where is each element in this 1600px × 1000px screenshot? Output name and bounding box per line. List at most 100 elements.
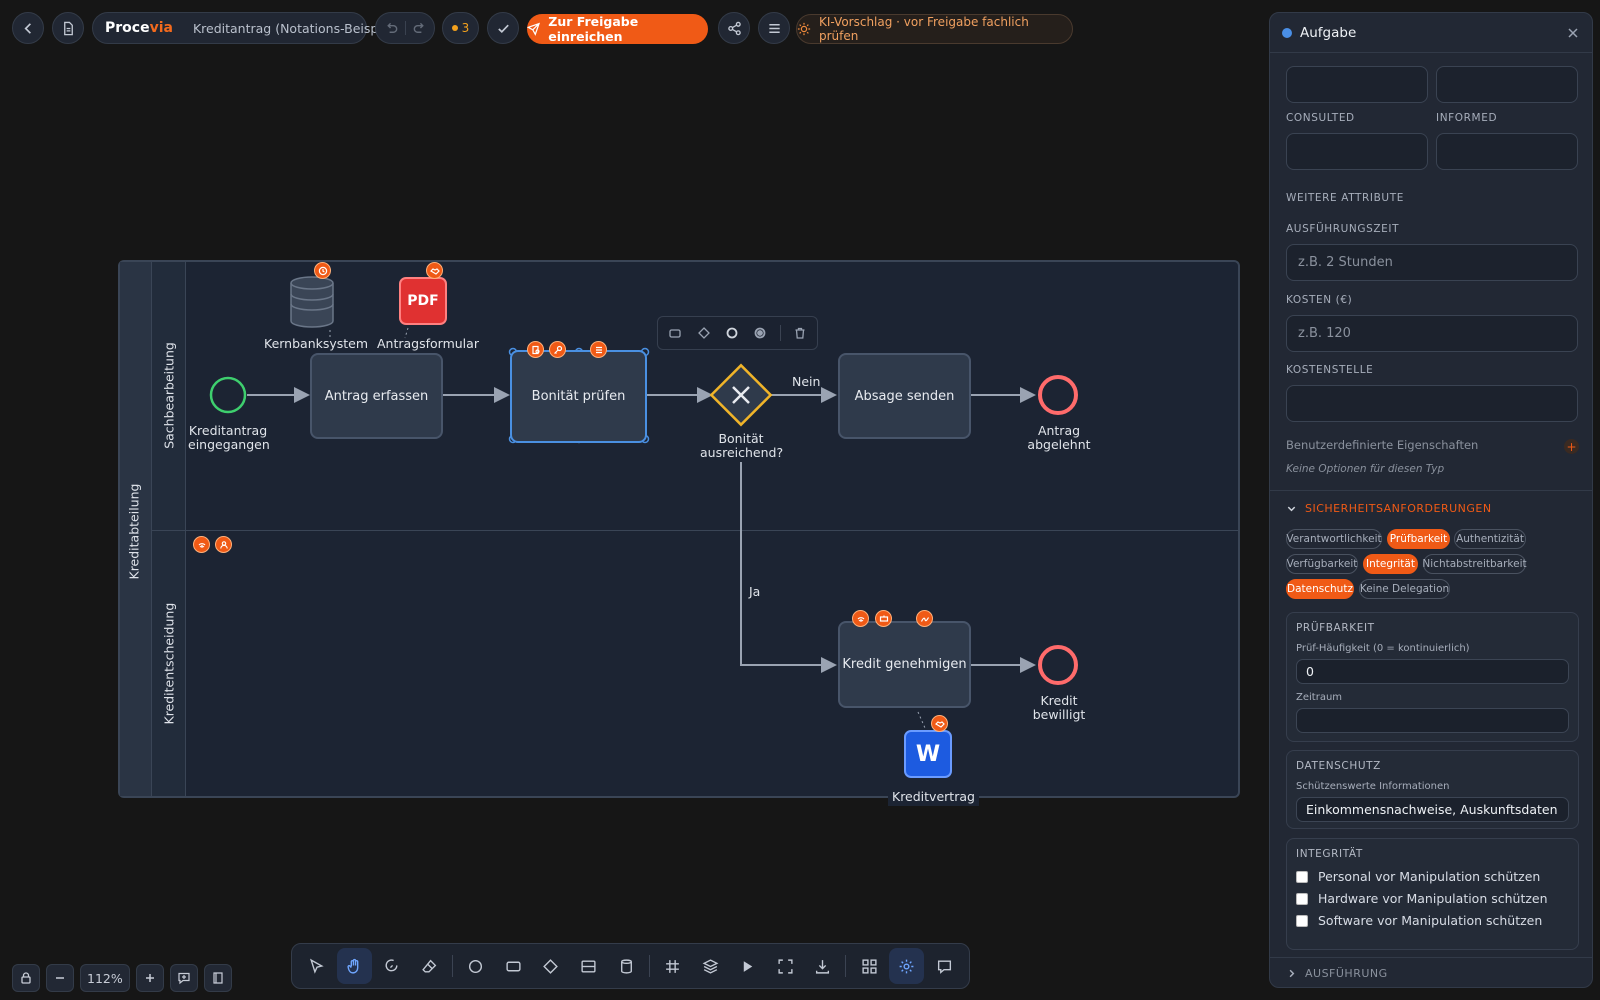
menu-button[interactable] bbox=[758, 12, 790, 44]
privacy-info-input[interactable]: Einkommensnachweise, Auskunftsdaten bbox=[1296, 797, 1569, 822]
checkbox[interactable] bbox=[1296, 870, 1308, 883]
cost-center-input[interactable] bbox=[1286, 385, 1578, 422]
select-tool[interactable] bbox=[299, 948, 335, 984]
comments-tool[interactable] bbox=[926, 948, 962, 984]
task-absage-senden[interactable]: Absage senden bbox=[838, 353, 971, 439]
exec-time-input[interactable]: z.B. 2 Stunden bbox=[1286, 244, 1578, 281]
audit-period-input[interactable] bbox=[1296, 708, 1569, 733]
audit-frequency-label: Prüf-Häufigkeit (0 = kontinuierlich) bbox=[1296, 643, 1470, 654]
word-document-icon[interactable]: W bbox=[904, 730, 952, 778]
task-bonitaet-pruefen[interactable]: Bonität prüfen bbox=[510, 350, 647, 443]
consulted-field[interactable] bbox=[1286, 133, 1428, 170]
cost-input[interactable]: z.B. 120 bbox=[1286, 315, 1578, 352]
accountable-field[interactable] bbox=[1436, 66, 1578, 103]
key-badge-icon[interactable] bbox=[549, 341, 566, 358]
audit-frequency-input[interactable]: 0 bbox=[1296, 659, 1569, 684]
chip-verantwortlichkeit[interactable]: Verantwortlichkeit bbox=[1286, 529, 1382, 549]
task-antrag-erfassen[interactable]: Antrag erfassen bbox=[310, 353, 443, 439]
circle-icon[interactable] bbox=[723, 323, 741, 343]
share-button[interactable] bbox=[718, 12, 750, 44]
divider bbox=[404, 21, 406, 35]
element-context-toolbar bbox=[657, 316, 818, 350]
security-section-toggle[interactable]: SICHERHEITSANFORDERUNGEN bbox=[1286, 502, 1492, 515]
undo-icon[interactable] bbox=[384, 21, 399, 36]
add-property-button[interactable]: + bbox=[1564, 439, 1579, 454]
diamond-icon[interactable] bbox=[694, 323, 712, 343]
task-tool[interactable] bbox=[496, 948, 532, 984]
trash-icon[interactable] bbox=[791, 323, 809, 343]
checkbox[interactable] bbox=[1296, 892, 1308, 905]
book-button[interactable] bbox=[203, 964, 232, 992]
chip-keine-delegation[interactable]: Keine Delegation bbox=[1359, 579, 1450, 599]
integrity-option[interactable]: Software vor Manipulation schützen bbox=[1296, 913, 1542, 928]
eraser-tool[interactable] bbox=[412, 948, 448, 984]
fingerprint-badge-icon[interactable] bbox=[193, 536, 210, 553]
chip-pruefbarkeit[interactable]: Prüfbarkeit bbox=[1387, 529, 1450, 549]
gateway-tool[interactable] bbox=[533, 948, 569, 984]
lock-button[interactable] bbox=[12, 964, 40, 992]
checkbox[interactable] bbox=[1296, 914, 1308, 927]
hand-tool[interactable] bbox=[336, 948, 373, 984]
audit-badge-icon[interactable] bbox=[527, 341, 544, 358]
lane-icon bbox=[581, 959, 596, 973]
chip-authentizitaet[interactable]: Authentizität bbox=[1454, 529, 1526, 549]
divider bbox=[779, 325, 781, 341]
layers-tool[interactable] bbox=[692, 948, 728, 984]
end-event-rejected-label: Antrag abgelehnt bbox=[1027, 423, 1091, 452]
apps-tool[interactable] bbox=[851, 948, 887, 984]
responsible-field[interactable] bbox=[1286, 66, 1428, 103]
lane-header-kreditentscheidung[interactable]: Kreditentscheidung bbox=[152, 531, 186, 796]
user-badge-icon[interactable] bbox=[215, 536, 232, 553]
download-icon bbox=[816, 959, 830, 974]
lane-header-sachbearbeitung[interactable]: Sachbearbeitung bbox=[152, 262, 186, 530]
back-button[interactable] bbox=[12, 12, 44, 44]
data-store-label: Kernbanksystem bbox=[264, 336, 369, 351]
zoom-level[interactable]: 112% bbox=[80, 964, 130, 992]
export-tool[interactable] bbox=[805, 948, 841, 984]
document-button[interactable] bbox=[52, 12, 84, 44]
close-icon[interactable] bbox=[1566, 26, 1580, 40]
handshake-badge-icon[interactable] bbox=[931, 715, 948, 732]
lane-tool[interactable] bbox=[571, 948, 607, 984]
stamp-badge-icon[interactable] bbox=[875, 610, 892, 627]
divider bbox=[1270, 490, 1592, 491]
event-tool[interactable] bbox=[458, 948, 494, 984]
lasso-tool[interactable] bbox=[374, 948, 410, 984]
list-badge-icon[interactable] bbox=[590, 341, 607, 358]
informed-field[interactable] bbox=[1436, 133, 1578, 170]
data-store-tool[interactable] bbox=[608, 948, 644, 984]
chip-nichtabstreitbarkeit[interactable]: Nichtabstreitbarkeit bbox=[1422, 554, 1527, 574]
chip-datenschutz[interactable]: Datenschutz bbox=[1286, 579, 1354, 599]
integrity-option[interactable]: Personal vor Manipulation schützen bbox=[1296, 869, 1540, 884]
circle-double-icon[interactable] bbox=[751, 323, 769, 343]
chevron-right-icon bbox=[1289, 969, 1295, 978]
rectangle-icon[interactable] bbox=[666, 323, 684, 343]
grid-tool[interactable] bbox=[655, 948, 691, 984]
simulate-tool[interactable] bbox=[730, 948, 766, 984]
fit-view-tool[interactable] bbox=[767, 948, 803, 984]
settings-tool[interactable] bbox=[888, 948, 925, 984]
chip-verfuegbarkeit[interactable]: Verfügbarkeit bbox=[1286, 554, 1358, 574]
validate-button[interactable] bbox=[487, 12, 519, 44]
execution-section-toggle[interactable]: AUSFÜHRUNG bbox=[1286, 967, 1388, 980]
apps-grid-icon bbox=[862, 958, 877, 974]
chip-integritaet[interactable]: Integrität bbox=[1363, 554, 1418, 574]
task-kredit-genehmigen[interactable]: Kredit genehmigen bbox=[838, 621, 971, 708]
panel-header: Aufgabe bbox=[1270, 13, 1592, 53]
signature-badge-icon[interactable] bbox=[916, 610, 933, 627]
zoom-in-button[interactable] bbox=[135, 964, 164, 992]
fingerprint-badge-icon[interactable] bbox=[852, 610, 869, 627]
pdf-icon[interactable]: PDF bbox=[399, 277, 447, 325]
zoom-out-button[interactable] bbox=[46, 964, 74, 992]
privacy-card: DATENSCHUTZ Schützenswerte Informationen… bbox=[1286, 750, 1579, 829]
integrity-option[interactable]: Hardware vor Manipulation schützen bbox=[1296, 891, 1548, 906]
clock-badge-icon[interactable] bbox=[314, 262, 331, 279]
handshake-badge-icon[interactable] bbox=[426, 262, 443, 279]
ai-suggestion-hint[interactable]: KI-Vorschlag · vor Freigabe fachlich prü… bbox=[796, 14, 1073, 44]
redo-icon[interactable] bbox=[412, 21, 427, 36]
share-icon bbox=[727, 21, 741, 35]
flow-label-ja: Ja bbox=[749, 584, 761, 599]
comment-add-button[interactable] bbox=[169, 964, 198, 992]
issues-counter[interactable]: 3 bbox=[442, 12, 479, 44]
submit-for-approval-button[interactable]: Zur Freigabe einreichen bbox=[527, 14, 708, 44]
